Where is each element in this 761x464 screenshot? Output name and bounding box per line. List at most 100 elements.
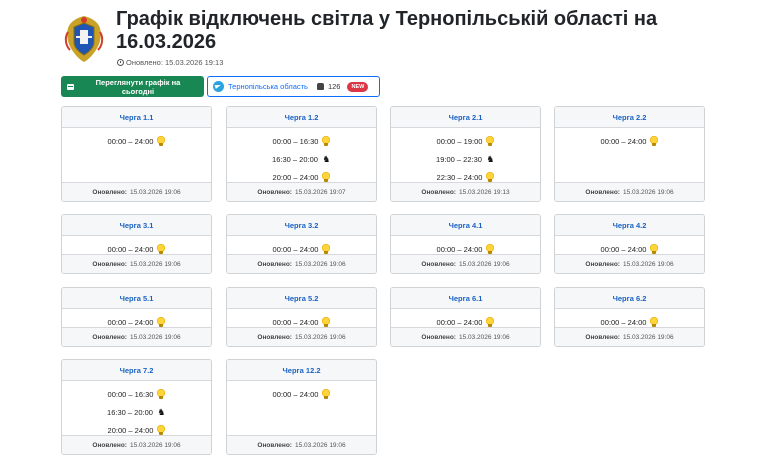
page-header: Графік відключень світла у Тернопільські… bbox=[64, 8, 751, 70]
queue-card: Черга 1.1 00:00 – 24:00 Оновлено: 15.03.202… bbox=[61, 106, 212, 202]
queue-schedule: 00:00 – 24:00 bbox=[227, 381, 376, 403]
slot-time: 00:00 – 24:00 bbox=[107, 136, 154, 146]
slot-time: 00:00 – 24:00 bbox=[600, 136, 647, 146]
queue-title[interactable]: Черга 4.1 bbox=[391, 215, 540, 236]
queue-updated: Оновлено: 15.03.2026 19:06 bbox=[227, 327, 376, 346]
light-bulb-icon bbox=[322, 136, 331, 146]
light-bulb-icon bbox=[157, 317, 166, 327]
queue-updated-time: 15.03.2026 19:06 bbox=[129, 441, 181, 449]
queue-title[interactable]: Черга 7.2 bbox=[62, 360, 211, 381]
queue-updated-label: Оновлено: bbox=[421, 260, 456, 268]
light-bulb-icon bbox=[322, 317, 331, 327]
queue-updated: Оновлено: 15.03.2026 19:07 bbox=[227, 182, 376, 201]
queue-card: Черга 12.2 00:00 – 24:00 Оновлено: 15.03.20… bbox=[226, 359, 377, 455]
slot-time: 00:00 – 24:00 bbox=[436, 244, 483, 254]
slot-time: 00:00 – 24:00 bbox=[272, 389, 319, 399]
queue-updated-time: 15.03.2026 19:06 bbox=[129, 260, 181, 268]
queue-title[interactable]: Черга 5.2 bbox=[227, 288, 376, 309]
queue-updated-label: Оновлено: bbox=[92, 188, 127, 196]
view-today-button[interactable]: Переглянути графік на сьогодні bbox=[61, 76, 204, 97]
schedule-slot: 00:00 – 16:30 bbox=[227, 132, 376, 150]
light-bulb-icon bbox=[650, 317, 659, 327]
queue-updated-time: 15.03.2026 19:06 bbox=[294, 260, 346, 268]
queue-schedule: 00:00 – 16:30 16:30 – 20:00 ♞ 20:00 – 24:00 bbox=[227, 128, 376, 186]
queue-title[interactable]: Черга 6.1 bbox=[391, 288, 540, 309]
telegram-icon bbox=[213, 81, 224, 92]
queue-updated-time: 15.03.2026 19:06 bbox=[458, 333, 510, 341]
power-off-icon: ♞ bbox=[486, 154, 495, 164]
queue-updated: Оновлено: 15.03.2026 19:06 bbox=[62, 182, 211, 201]
schedule-slot: 00:00 – 24:00 bbox=[62, 132, 211, 150]
queue-card: Черга 3.2 00:00 – 24:00 Оновлено: 15.03.202… bbox=[226, 214, 377, 274]
telegram-channel-link[interactable]: Тернопільська область 126 NEW bbox=[207, 76, 380, 97]
queue-updated-time: 15.03.2026 19:06 bbox=[294, 333, 346, 341]
queue-card: Черга 1.2 00:00 – 16:30 16:30 – 20:00 ♞ 20:0… bbox=[226, 106, 377, 202]
queue-updated-time: 15.03.2026 19:06 bbox=[129, 333, 181, 341]
slot-time: 20:00 – 24:00 bbox=[107, 425, 154, 435]
queue-card: Черга 5.2 00:00 – 24:00 Оновлено: 15.03.202… bbox=[226, 287, 377, 347]
last-updated-text: Оновлено: 15.03.2026 19:13 bbox=[126, 58, 224, 67]
telegram-channel-label: Тернопільська область bbox=[228, 82, 308, 91]
queue-card: Черга 2.1 00:00 – 19:00 19:00 – 22:30 ♞ 22:3… bbox=[390, 106, 541, 202]
queue-card: Черга 2.2 00:00 – 24:00 Оновлено: 15.03.202… bbox=[554, 106, 705, 202]
telegram-subscribers: 126 bbox=[316, 82, 341, 91]
queue-updated-label: Оновлено: bbox=[92, 260, 127, 268]
queue-title[interactable]: Черга 5.1 bbox=[62, 288, 211, 309]
queue-updated: Оновлено: 15.03.2026 19:06 bbox=[391, 254, 540, 273]
users-icon bbox=[316, 83, 325, 90]
queue-card: Черга 4.1 00:00 – 24:00 Оновлено: 15.03.202… bbox=[390, 214, 541, 274]
slot-time: 00:00 – 24:00 bbox=[600, 317, 647, 327]
light-bulb-icon bbox=[322, 172, 331, 182]
slot-time: 00:00 – 24:00 bbox=[107, 244, 154, 254]
queue-title[interactable]: Черга 6.2 bbox=[555, 288, 704, 309]
queue-updated-label: Оновлено: bbox=[421, 188, 456, 196]
schedule-slot: 19:00 – 22:30 ♞ bbox=[391, 150, 540, 168]
queue-card: Черга 6.2 00:00 – 24:00 Оновлено: 15.03.202… bbox=[554, 287, 705, 347]
queue-updated-label: Оновлено: bbox=[585, 188, 620, 196]
light-bulb-icon bbox=[157, 136, 166, 146]
queue-updated-label: Оновлено: bbox=[92, 333, 127, 341]
queue-updated-time: 15.03.2026 19:07 bbox=[294, 188, 346, 196]
queue-title[interactable]: Черга 12.2 bbox=[227, 360, 376, 381]
telegram-count: 126 bbox=[327, 82, 341, 91]
slot-time: 16:30 – 20:00 bbox=[107, 407, 153, 417]
slot-time: 20:00 – 24:00 bbox=[272, 172, 319, 182]
schedule-slot: 16:30 – 20:00 ♞ bbox=[62, 403, 211, 421]
queue-title[interactable]: Черга 2.2 bbox=[555, 107, 704, 128]
queue-updated: Оновлено: 15.03.2026 19:06 bbox=[227, 254, 376, 273]
queue-updated: Оновлено: 15.03.2026 19:06 bbox=[555, 327, 704, 346]
queue-updated-label: Оновлено: bbox=[257, 260, 292, 268]
queue-updated-label: Оновлено: bbox=[257, 188, 292, 196]
light-bulb-icon bbox=[650, 244, 659, 254]
slot-time: 00:00 – 24:00 bbox=[272, 244, 319, 254]
queue-title[interactable]: Черга 3.1 bbox=[62, 215, 211, 236]
queue-schedule: 00:00 – 24:00 bbox=[62, 128, 211, 150]
slot-time: 22:30 – 24:00 bbox=[436, 172, 483, 182]
clock-icon bbox=[117, 59, 124, 66]
queue-updated: Оновлено: 15.03.2026 19:06 bbox=[555, 182, 704, 201]
slot-time: 00:00 – 19:00 bbox=[436, 136, 483, 146]
queue-updated: Оновлено: 15.03.2026 19:13 bbox=[391, 182, 540, 201]
power-off-icon: ♞ bbox=[157, 407, 166, 417]
queue-title[interactable]: Черга 3.2 bbox=[227, 215, 376, 236]
slot-time: 00:00 – 16:30 bbox=[272, 136, 319, 146]
light-bulb-icon bbox=[486, 244, 495, 254]
queue-card: Черга 6.1 00:00 – 24:00 Оновлено: 15.03.202… bbox=[390, 287, 541, 347]
schedule-slot: 00:00 – 24:00 bbox=[227, 385, 376, 403]
queue-updated: Оновлено: 15.03.2026 19:06 bbox=[62, 435, 211, 454]
queue-title[interactable]: Черга 2.1 bbox=[391, 107, 540, 128]
light-bulb-icon bbox=[322, 244, 331, 254]
queue-title[interactable]: Черга 1.2 bbox=[227, 107, 376, 128]
queue-updated-time: 15.03.2026 19:13 bbox=[458, 188, 510, 196]
action-bar: Переглянути графік на сьогодні Тернопіль… bbox=[61, 76, 380, 98]
queue-updated-time: 15.03.2026 19:06 bbox=[294, 441, 346, 449]
queue-updated-time: 15.03.2026 19:06 bbox=[458, 260, 510, 268]
slot-time: 00:00 – 24:00 bbox=[436, 317, 483, 327]
queue-title[interactable]: Черга 4.2 bbox=[555, 215, 704, 236]
slot-time: 00:00 – 16:30 bbox=[107, 389, 154, 399]
queue-card: Черга 3.1 00:00 – 24:00 Оновлено: 15.03.202… bbox=[61, 214, 212, 274]
page-title: Графік відключень світла у Тернопільські… bbox=[116, 8, 658, 53]
queue-updated: Оновлено: 15.03.2026 19:06 bbox=[62, 327, 211, 346]
queue-updated: Оновлено: 15.03.2026 19:06 bbox=[62, 254, 211, 273]
queue-title[interactable]: Черга 1.1 bbox=[62, 107, 211, 128]
